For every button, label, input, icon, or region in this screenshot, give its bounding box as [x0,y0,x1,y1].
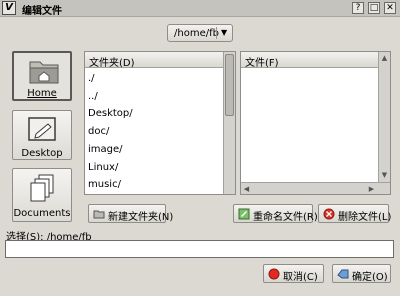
place-home-label: Home [27,88,57,99]
list-item[interactable]: ./ [88,73,95,84]
folder-column-header[interactable]: 文件夹(D) [85,52,223,69]
file-list-pane: 文件(F) ▲ ▼ ◀ ▶ [240,51,391,195]
list-item[interactable]: music/ [88,179,121,190]
rename-icon [238,208,250,220]
path-dropdown-button[interactable]: /home/fb ▼ [167,24,233,42]
list-item[interactable]: ../ [88,91,98,102]
list-item[interactable]: Desktop/ [88,108,133,119]
folder-list-pane: 文件夹(D) ./ ../ Desktop/ doc/ image/ Linux… [84,51,236,195]
place-home-button[interactable]: Home [12,51,72,101]
ok-icon [337,269,349,279]
place-documents-label: Documents [13,208,71,219]
place-desktop-button[interactable]: Desktop [12,110,72,160]
documents-icon [30,174,54,202]
new-folder-label: 新建文件夹(N) [108,212,174,223]
rename-file-button[interactable]: 重命名文件(R) [233,204,318,223]
cancel-icon [268,268,280,280]
file-header-label: 文件(F) [245,58,279,69]
close-button[interactable]: ✕ [384,2,396,14]
list-item[interactable]: doc/ [88,126,109,137]
place-documents-button[interactable]: Documents [12,168,72,222]
rename-file-label: 重命名文件(R) [253,212,318,223]
file-vertical-scrollbar[interactable]: ▲ ▼ [378,52,390,182]
chevron-down-icon: ▼ [221,28,228,37]
maximize-button[interactable]: □ [368,2,380,14]
file-horizontal-scrollbar[interactable]: ◀ ▶ [241,182,390,194]
folder-scroll-thumb[interactable] [225,54,234,116]
delete-file-button[interactable]: 删除文件(L) [318,204,392,223]
cancel-button[interactable]: 取消(C) [263,264,324,283]
list-item[interactable]: Linux/ [88,162,118,173]
window-title: 编辑文件 [22,6,62,17]
selection-input[interactable] [5,240,394,258]
cancel-label: 取消(C) [283,272,318,283]
home-folder-icon [29,61,59,84]
path-separator [216,27,217,39]
scroll-down-arrow-icon[interactable]: ▼ [380,170,389,180]
place-desktop-label: Desktop [21,148,63,159]
ok-label: 确定(O) [352,272,388,283]
scroll-right-arrow-icon[interactable]: ▶ [367,184,376,194]
new-folder-button[interactable]: 新建文件夹(N) [88,204,173,223]
ok-button[interactable]: 确定(O) [332,264,391,283]
help-button[interactable]: ? [352,2,364,14]
scroll-left-arrow-icon[interactable]: ◀ [242,184,251,194]
app-icon: V [2,1,16,15]
folder-header-label: 文件夹(D) [89,58,135,69]
delete-file-label: 删除文件(L) [338,212,392,223]
delete-icon [323,208,335,220]
list-item[interactable]: image/ [88,144,123,155]
titlebar: V 编辑文件 ? □ ✕ [0,0,400,17]
scroll-up-arrow-icon[interactable]: ▲ [380,53,389,63]
new-folder-icon [93,210,105,219]
desktop-folder-icon [28,117,56,141]
file-dialog-window: V 编辑文件 ? □ ✕ /home/fb ▼ Home Desktop Doc… [0,0,400,296]
file-column-header[interactable]: 文件(F) [241,52,378,69]
folder-vertical-scrollbar[interactable] [223,52,235,194]
path-label: /home/fb [174,28,219,39]
